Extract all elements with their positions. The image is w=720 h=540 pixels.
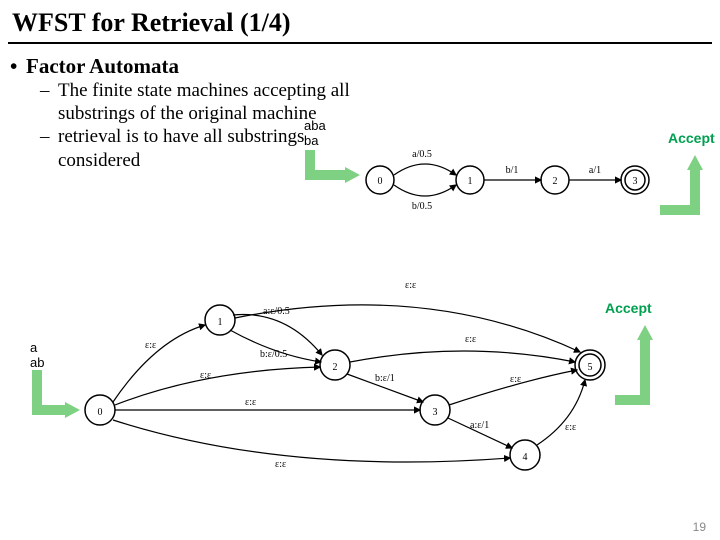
top-fsm-diagram: 0 1 2 3 a/0.5 b/0.5 b/1 a/1	[300, 145, 710, 225]
state-1-label: 1	[468, 176, 473, 187]
bullet-factor-automata: Factor Automata	[0, 54, 720, 79]
b-state-0: 0	[98, 407, 103, 418]
eps-1-5: ε:ε	[405, 280, 416, 291]
edge-b05: b/0.5	[412, 201, 432, 212]
edge-b1: b/1	[506, 165, 519, 176]
eps-0-2: ε:ε	[200, 370, 211, 381]
page-number: 19	[693, 520, 706, 534]
edge-a05: a/0.5	[412, 149, 432, 160]
b-state-3: 3	[433, 407, 438, 418]
eps-0-4: ε:ε	[275, 459, 286, 470]
eps-3-5: ε:ε	[510, 374, 521, 385]
eps-0-1: ε:ε	[145, 340, 156, 351]
state-0-label: 0	[378, 176, 383, 187]
b-state-4: 4	[523, 452, 528, 463]
edge-3-4: a:ε/1	[470, 420, 489, 431]
title-divider	[8, 42, 712, 44]
slide-title: WFST for Retrieval (1/4)	[0, 0, 720, 42]
b-state-2: 2	[333, 362, 338, 373]
eps-4-5: ε:ε	[565, 422, 576, 433]
label-aba: aba	[304, 118, 326, 133]
state-2-label: 2	[553, 176, 558, 187]
edge-a1: a/1	[589, 165, 601, 176]
b-state-5: 5	[588, 362, 593, 373]
bottom-fsm-diagram: 0 1 2 3 4 5 ε:ε ε:ε ε:ε ε:ε a:ε/0.5 b:ε/…	[25, 270, 705, 490]
eps-0-3: ε:ε	[245, 397, 256, 408]
b-state-1: 1	[218, 317, 223, 328]
state-3-label: 3	[633, 176, 638, 187]
edge-1-2-b: b:ε/0.5	[260, 349, 287, 360]
accept-label-top: Accept	[668, 130, 715, 146]
edge-2-3: b:ε/1	[375, 373, 395, 384]
eps-2-5: ε:ε	[465, 334, 476, 345]
